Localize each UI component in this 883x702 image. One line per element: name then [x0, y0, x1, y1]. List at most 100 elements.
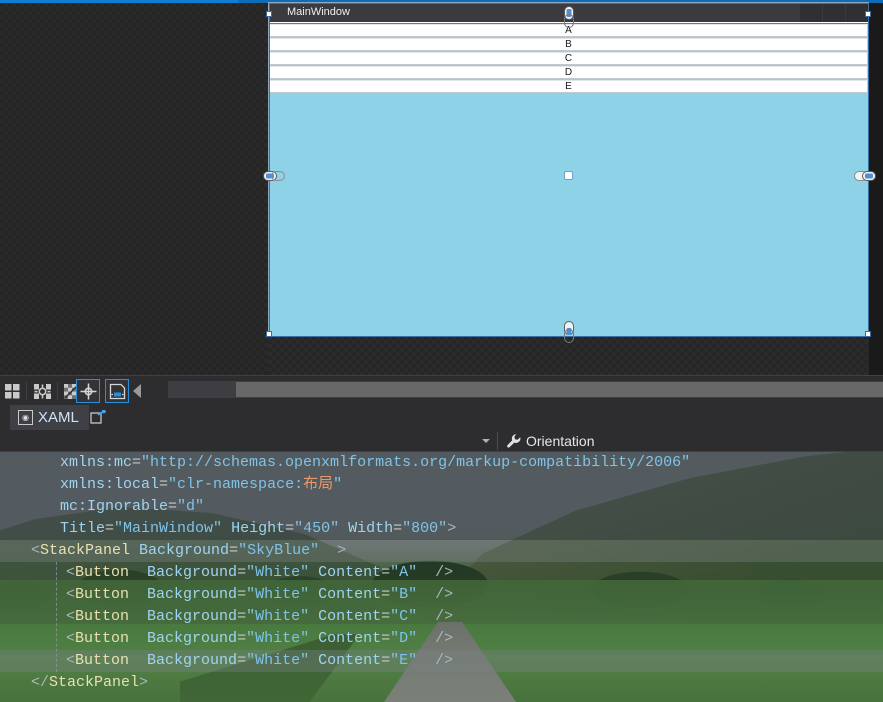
selection-handle-bottom-right[interactable] — [865, 331, 871, 337]
code-line[interactable]: xmlns:local="clr-namespace:布局" — [0, 474, 883, 496]
preview-button[interactable]: C — [269, 52, 868, 65]
code-token: /> — [417, 564, 454, 581]
selection-handle-bottom-left[interactable] — [266, 331, 272, 337]
code-line[interactable]: <Button Background="White" Content="B" /… — [0, 584, 883, 606]
snaplines-icon[interactable] — [30, 379, 54, 403]
preview-button[interactable]: E — [269, 80, 868, 93]
code-token: /> — [417, 608, 454, 625]
code-token: "C" — [390, 608, 418, 625]
editor-tabstrip: ◉ XAML — [0, 405, 883, 430]
code-token: "MainWindow" — [114, 520, 223, 537]
margin-chain-right-icon[interactable] — [853, 168, 877, 184]
grid-rail-icon[interactable] — [0, 379, 24, 403]
preview-button[interactable]: B — [269, 38, 868, 51]
code-token: < — [66, 630, 76, 647]
code-token: < — [31, 542, 41, 559]
minimize-icon[interactable] — [800, 3, 822, 22]
design-preview-window[interactable]: MainWindow A B C D E — [268, 2, 869, 337]
code-token: Button — [75, 630, 130, 647]
xaml-designer-surface[interactable]: MainWindow A B C D E — [0, 0, 883, 375]
preview-window-controls — [799, 3, 868, 22]
code-line[interactable]: <Button Background="White" Content="A" /… — [0, 562, 883, 584]
code-token: " — [333, 476, 343, 493]
code-line[interactable]: </StackPanel> — [0, 672, 883, 694]
code-token: Content — [318, 586, 382, 603]
collapse-pane-arrow[interactable] — [133, 384, 141, 398]
code-token: Button — [75, 564, 130, 581]
margin-chain-bottom-icon[interactable] — [561, 320, 577, 344]
center-anchor-dot[interactable] — [564, 171, 573, 180]
tab-xaml[interactable]: ◉ XAML — [10, 405, 89, 430]
code-token: Button — [75, 652, 130, 669]
code-token: "E" — [390, 652, 418, 669]
code-token: < — [66, 564, 76, 581]
code-line[interactable]: <Button Background="White" Content="D" /… — [0, 628, 883, 650]
code-token: > — [139, 674, 149, 691]
xaml-code-editor[interactable]: xmlns:mc = "http://schemas.openxmlformats.… — [0, 452, 883, 702]
code-token: StackPanel — [40, 542, 131, 559]
margin-chain-left-icon[interactable] — [262, 168, 286, 184]
code-line[interactable]: mc:Ignorable="d" — [0, 496, 883, 518]
code-token: "d" — [177, 498, 205, 515]
code-token: xmlns:local — [60, 476, 160, 493]
code-line[interactable]: <Button Background="White" Content="C" /… — [0, 606, 883, 628]
code-line[interactable]: Title="MainWindow" Height="450" Width="8… — [0, 518, 883, 540]
code-line[interactable]: xmlns:mc="http://schemas.openxmlformats.… — [0, 452, 883, 474]
margin-chain-top-icon[interactable] — [561, 5, 577, 29]
selection-handle-top-left[interactable] — [266, 11, 272, 17]
code-token: Background — [147, 586, 238, 603]
code-token: "White" — [246, 630, 310, 647]
code-token: /> — [417, 586, 454, 603]
property-name-label: Orientation — [526, 433, 595, 449]
effects-icon[interactable] — [76, 379, 100, 403]
code-token: /> — [417, 630, 454, 647]
code-token: "White" — [246, 586, 310, 603]
preview-button[interactable]: D — [269, 66, 868, 79]
code-token: = — [381, 608, 391, 625]
designer-right-gutter — [869, 3, 883, 375]
code-token: Button — [75, 586, 130, 603]
code-token: = — [237, 630, 247, 647]
save-designer-icon[interactable] — [105, 379, 129, 403]
code-token: xmlns:mc — [60, 454, 133, 471]
chevron-down-icon[interactable] — [482, 439, 490, 443]
code-token: < — [66, 586, 76, 603]
code-token: Background — [139, 542, 230, 559]
code-token: = — [381, 630, 391, 647]
code-token: "White" — [246, 652, 310, 669]
code-token: "White" — [246, 608, 310, 625]
code-token: Content — [318, 652, 382, 669]
toolbar-separator — [26, 382, 27, 400]
button-stack: A B C D E — [269, 24, 868, 93]
pop-out-icon[interactable] — [90, 409, 106, 425]
maximize-icon[interactable] — [823, 3, 845, 22]
code-token: Title — [60, 520, 106, 537]
code-token: Background — [147, 630, 238, 647]
code-token: "http://schemas.openxmlformats.org/marku… — [141, 454, 691, 471]
designer-left-gutter — [0, 3, 268, 375]
toolbar-separator — [57, 382, 58, 400]
code-line[interactable]: <StackPanel Background="SkyBlue" > — [0, 540, 883, 562]
code-token: Background — [147, 608, 238, 625]
designer-hscrollbar-thumb[interactable] — [236, 382, 883, 397]
preview-window-title: MainWindow — [287, 6, 350, 18]
selection-handle-top-right[interactable] — [865, 11, 871, 17]
code-token: = — [237, 608, 247, 625]
code-token: </ — [31, 674, 50, 691]
selection-edge-top — [269, 3, 869, 4]
code-line[interactable]: <Button Background="White" Content="E" /… — [0, 650, 883, 672]
code-token: "D" — [390, 630, 418, 647]
code-token: mc:Ignorable — [60, 498, 169, 515]
code-token: = — [237, 652, 247, 669]
indent-guide — [56, 562, 57, 672]
code-lines[interactable]: xmlns:mc = "http://schemas.openxmlformats.… — [0, 452, 883, 702]
code-token: > — [447, 520, 457, 537]
